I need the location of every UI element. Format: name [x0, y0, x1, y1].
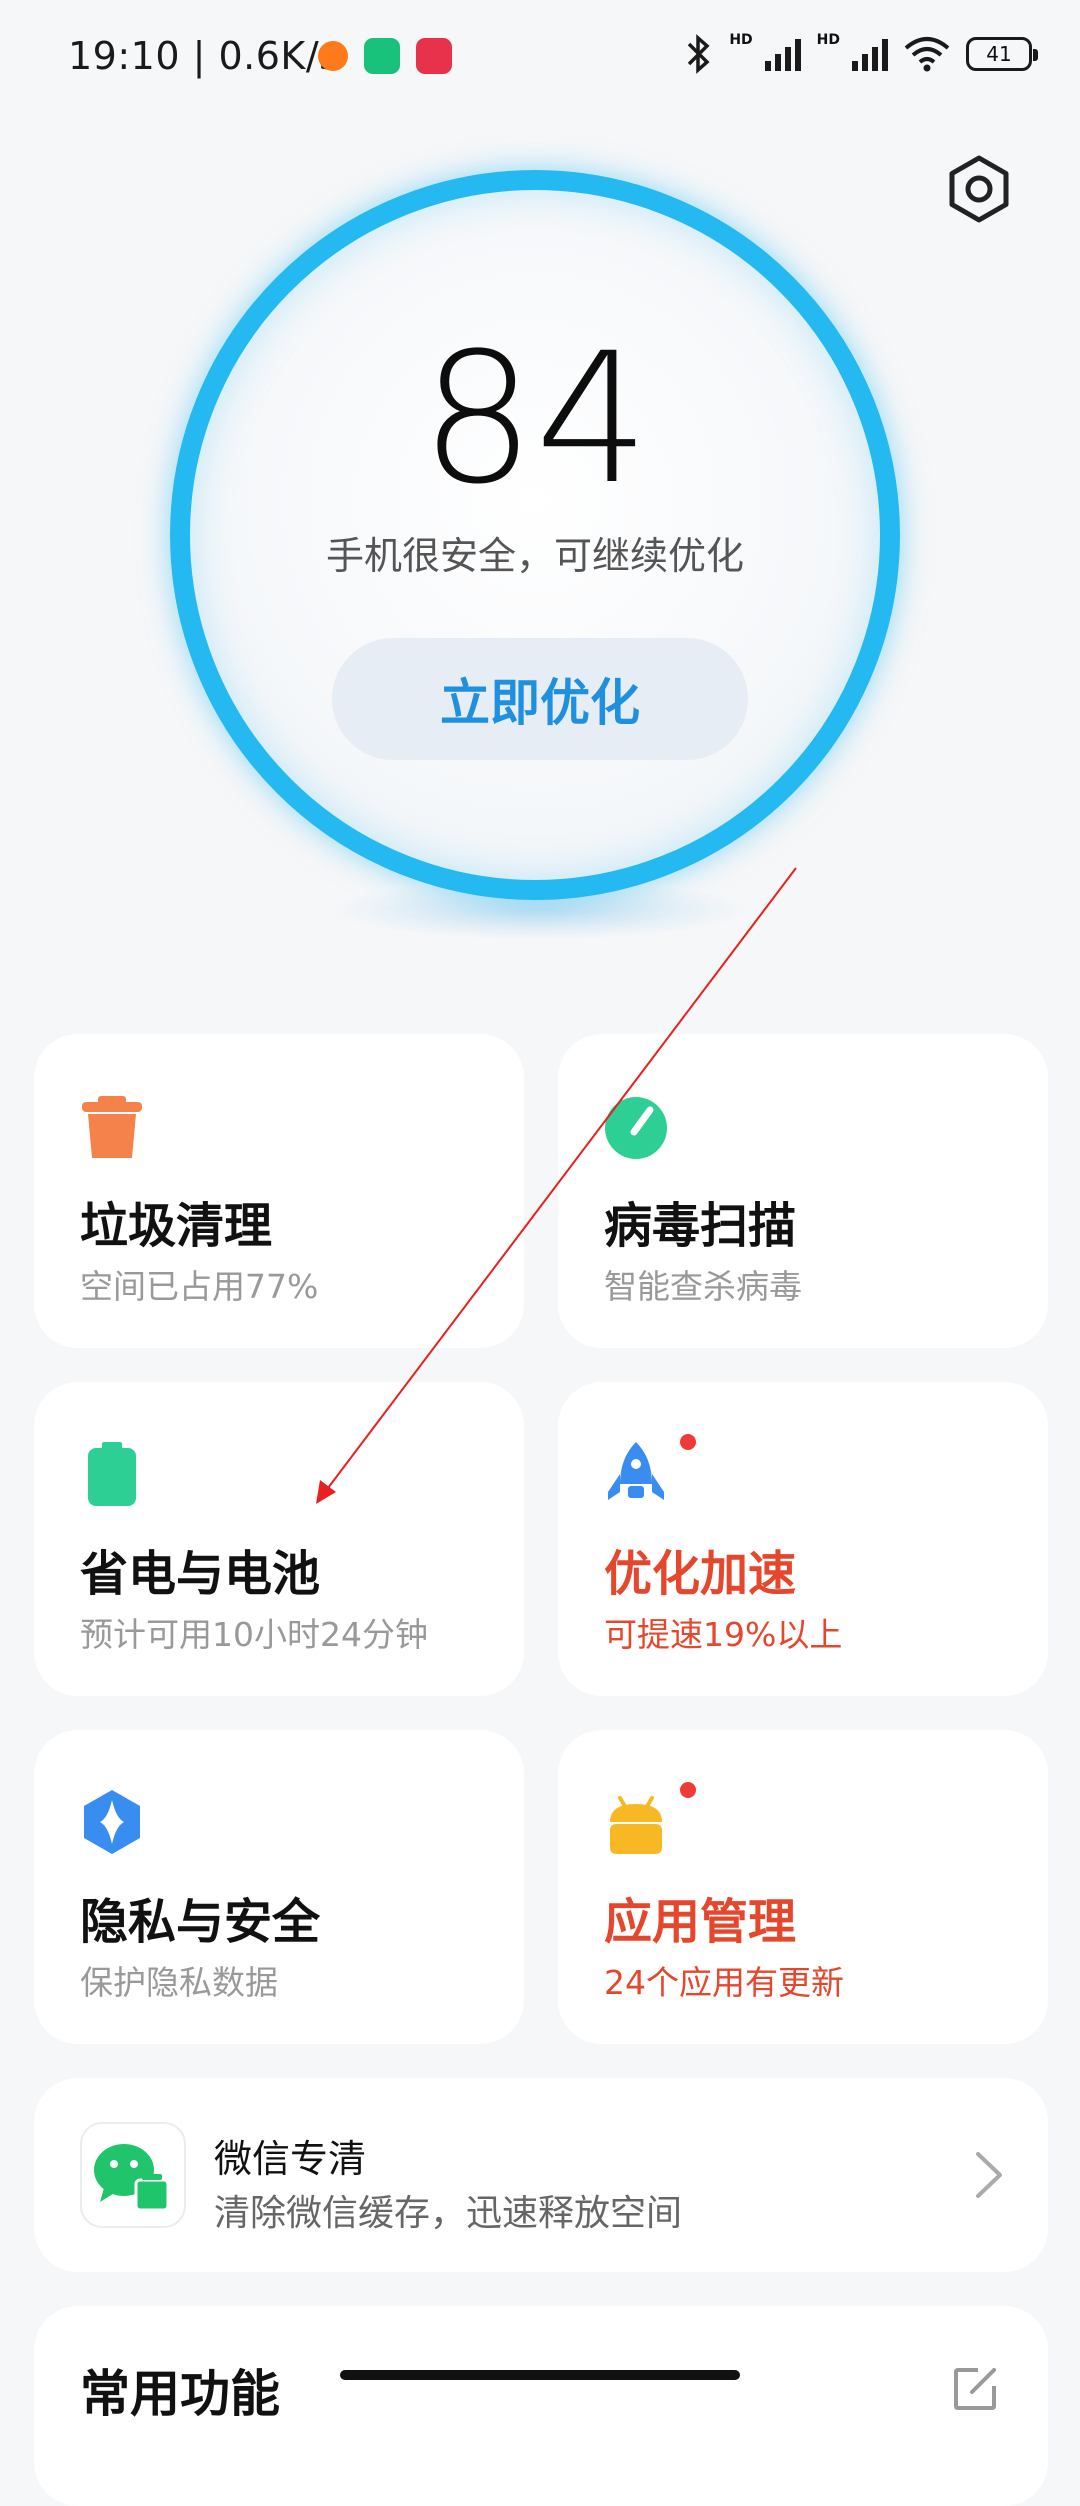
battery-card[interactable]: 省电与电池 预计可用10小时24分钟: [34, 1382, 524, 1696]
card-subtitle: 可提速19%以上: [604, 1615, 843, 1654]
home-indicator[interactable]: [340, 2370, 740, 2380]
hd-label: HD: [729, 32, 753, 48]
wechat-clean-subtitle: 清除微信缓存，迅速释放空间: [214, 2193, 683, 2234]
shopping-app-icon: [416, 38, 452, 74]
wechat-clean-row[interactable]: 微信专清 清除微信缓存，迅速释放空间: [34, 2078, 1048, 2272]
wechat-icon: [94, 2144, 170, 2212]
junk-clean-card[interactable]: 垃圾清理 空间已占用77%: [34, 1034, 524, 1348]
card-subtitle: 预计可用10小时24分钟: [80, 1615, 428, 1654]
notification-dot: [680, 1782, 696, 1798]
virus-scan-card[interactable]: 病毒扫描 智能查杀病毒: [558, 1034, 1048, 1348]
card-title: 病毒扫描: [604, 1198, 797, 1254]
orange-dot-icon: [318, 41, 348, 71]
score-description: 手机很安全，可继续优化: [325, 534, 744, 578]
wechat-clean-title: 微信专清: [214, 2137, 367, 2181]
shield-icon: [84, 1790, 140, 1854]
battery-indicator: 41: [966, 37, 1038, 71]
system-icons: HD HD 41: [683, 32, 1038, 74]
optimize-now-button[interactable]: 立即优化: [332, 638, 748, 760]
privacy-security-card[interactable]: 隐私与安全 保护隐私数据: [34, 1730, 524, 2044]
notification-dot: [680, 1434, 696, 1450]
card-title: 省电与电池: [80, 1546, 321, 1602]
card-title: 隐私与安全: [80, 1894, 321, 1950]
trash-icon: [82, 1096, 142, 1158]
app-manager-card[interactable]: 应用管理 24个应用有更新: [558, 1730, 1048, 2044]
card-subtitle: 保护隐私数据: [80, 1963, 278, 2002]
edit-icon[interactable]: [952, 2366, 998, 2412]
bluetooth-icon: [688, 34, 710, 74]
notification-icons: [318, 38, 452, 74]
card-subtitle: 智能查杀病毒: [604, 1267, 802, 1306]
card-title: 优化加速: [604, 1546, 797, 1602]
hd-label-2: HD: [816, 32, 840, 48]
chevron-right-icon: [976, 2152, 1002, 2198]
status-time: 19:10 | 0.6K/s: [68, 34, 340, 78]
wifi-icon: [904, 37, 950, 72]
signal-icon-2: [852, 37, 888, 71]
speed-up-card[interactable]: 优化加速 可提速19%以上: [558, 1382, 1048, 1696]
card-subtitle: 24个应用有更新: [604, 1963, 844, 2002]
common-features-title: 常用功能: [80, 2365, 280, 2423]
battery-icon: [88, 1442, 136, 1506]
security-score-circle: 84 手机很安全，可继续优化 立即优化: [170, 170, 900, 900]
security-score: 84: [420, 315, 650, 524]
status-bar: 19:10 | 0.6K/s HD HD 41: [0, 0, 1080, 120]
card-title: 垃圾清理: [80, 1198, 273, 1254]
virus-scan-icon: [605, 1097, 667, 1159]
security-app-icon: [364, 38, 400, 74]
card-title: 应用管理: [604, 1894, 797, 1950]
signal-icon: [764, 37, 801, 71]
card-subtitle: 空间已占用77%: [80, 1267, 319, 1306]
android-icon: [610, 1796, 662, 1854]
settings-icon[interactable]: [944, 154, 1014, 224]
rocket-icon: [608, 1442, 664, 1500]
common-features-section: 常用功能: [34, 2306, 1048, 2506]
wechat-icon-box: [80, 2122, 186, 2228]
